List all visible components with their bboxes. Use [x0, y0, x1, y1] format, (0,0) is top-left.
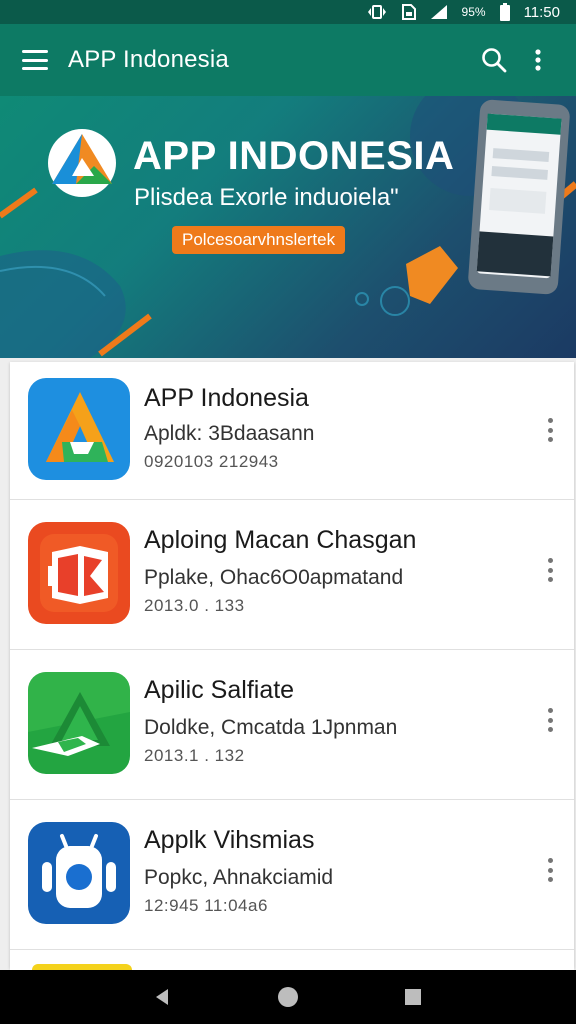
- list-item[interactable]: Applk Vihsmias Popkc, Ahnakciamid 12:945…: [10, 800, 574, 950]
- vibrate-icon: [366, 4, 388, 20]
- more-vert-icon[interactable]: [538, 852, 562, 888]
- banner-subline: Plisdea Exorle induoiela": [134, 184, 399, 211]
- clock: 11:50: [523, 3, 560, 21]
- banner-headline: APP INDONESIA: [133, 134, 455, 178]
- sim-card-icon: [401, 4, 416, 20]
- battery-icon: [499, 3, 510, 21]
- system-nav-bar: [0, 970, 576, 1024]
- back-triangle-icon: [155, 989, 168, 1005]
- app-meta: 2013.1 . 132: [144, 746, 245, 765]
- app-name: Applk Vihsmias: [144, 826, 315, 854]
- list-item[interactable]: Apilic Salfiate Doldke, Cmcatda 1Jpnman …: [10, 650, 574, 800]
- app-subtitle: Popkc, Ahnakciamid: [144, 866, 334, 889]
- red-book-logo-icon: [28, 522, 130, 624]
- app-meta: 0920103 212943: [144, 452, 279, 471]
- app-indonesia-logo-icon: [28, 378, 130, 480]
- app-bar: APP Indonesia: [0, 24, 576, 96]
- app-name: APP Indonesia: [144, 384, 309, 412]
- banner-cta-button[interactable]: Polcesoarvhnslertek: [172, 226, 346, 254]
- app-subtitle: Doldke, Cmcatda 1Jpnman: [144, 716, 398, 739]
- green-triangle-logo-icon: [28, 672, 130, 774]
- search-button[interactable]: [472, 38, 516, 82]
- app-meta: 2013.0 . 133: [144, 596, 245, 615]
- recents-button[interactable]: [393, 977, 433, 1017]
- list-item-partial[interactable]: [10, 962, 574, 970]
- app-subtitle: Apldk: 3Bdaasann: [144, 422, 315, 445]
- list-item[interactable]: APP Indonesia Apldk: 3Bdaasann 0920103 2…: [10, 362, 574, 500]
- home-circle-icon: [277, 987, 298, 1007]
- battery-percent: 95%: [461, 5, 486, 19]
- signal-icon: [430, 4, 448, 20]
- app-name: Aploing Macan Chasgan: [144, 526, 417, 554]
- back-button[interactable]: [143, 977, 183, 1017]
- more-vert-icon[interactable]: [538, 412, 562, 448]
- app-bar-title: APP Indonesia: [68, 46, 229, 73]
- app-name: Apilic Salfiate: [144, 676, 295, 704]
- promo-banner[interactable]: APP INDONESIA Plisdea Exorle induoiela" …: [0, 96, 576, 358]
- home-button[interactable]: [268, 977, 308, 1017]
- app-subtitle: Pplake, Ohac6O0apmatand: [144, 566, 404, 589]
- app-indonesia-banner-logo-icon: [48, 129, 116, 197]
- recents-square-icon: [405, 989, 422, 1005]
- more-vert-icon[interactable]: [538, 552, 562, 588]
- app-meta: 12:945 11:04a6: [144, 896, 268, 915]
- search-icon: [482, 48, 507, 73]
- hamburger-menu-icon[interactable]: [22, 50, 48, 70]
- app-list: APP Indonesia Apldk: 3Bdaasann 0920103 2…: [10, 362, 574, 968]
- overflow-menu-button[interactable]: [516, 38, 560, 82]
- more-vert-icon[interactable]: [538, 702, 562, 738]
- android-robot-icon: [28, 822, 130, 924]
- more-vert-icon: [535, 49, 541, 71]
- status-bar: 95% 11:50: [0, 0, 576, 24]
- list-item[interactable]: Aploing Macan Chasgan Pplake, Ohac6O0apm…: [10, 500, 574, 650]
